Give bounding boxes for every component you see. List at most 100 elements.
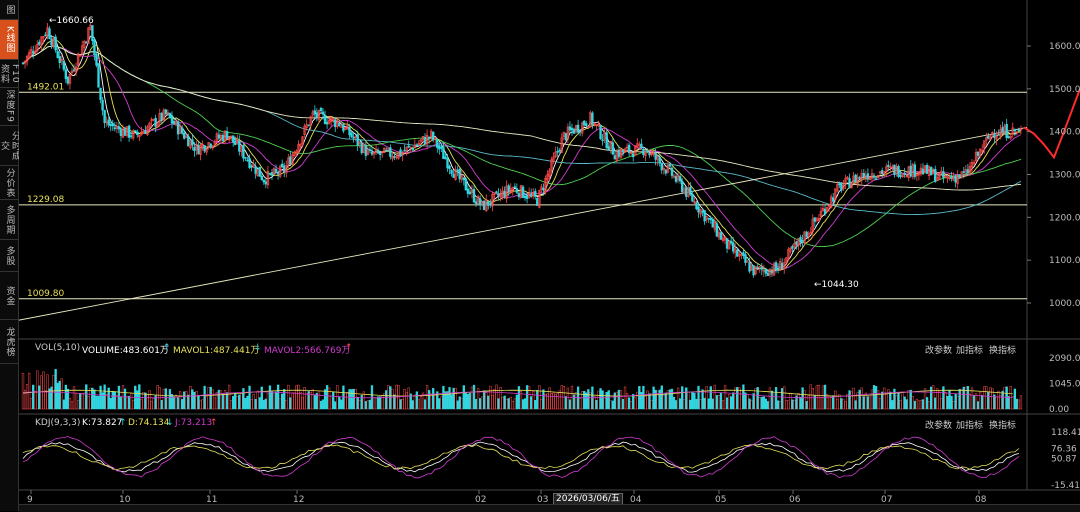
volume-bar	[515, 394, 519, 410]
volume-bar	[805, 401, 808, 410]
candle-body	[674, 176, 678, 182]
kdj-j-value: J:73.213	[175, 418, 213, 428]
candle-body	[715, 223, 719, 237]
candle-body	[497, 193, 500, 197]
candle-body	[450, 169, 453, 174]
sidebar-tab-3[interactable]: 深度F9	[0, 88, 18, 126]
candle-body	[164, 109, 168, 115]
kdj-params-button[interactable]: 改参数	[925, 418, 952, 431]
volume-bar	[411, 400, 414, 410]
candle-body	[976, 151, 980, 156]
candle-body	[478, 198, 482, 206]
volume-bar	[464, 392, 468, 410]
volume-bar	[966, 386, 970, 410]
candle-body	[97, 63, 100, 88]
volume-bar	[164, 388, 168, 410]
volume-bar	[32, 384, 35, 410]
volume-bar	[58, 380, 61, 410]
candle-body	[440, 147, 443, 149]
candle-body	[242, 145, 245, 159]
sidebar-tab-9[interactable]: 龙虎榜	[0, 320, 18, 364]
volume-bar	[601, 390, 604, 410]
volume-bar	[534, 399, 537, 410]
volume-bar	[536, 390, 539, 410]
candle-body	[987, 135, 990, 139]
candle-body	[276, 172, 280, 175]
volume-bar	[376, 396, 380, 410]
vol-switch-indicator-button[interactable]: 换指标	[989, 343, 1016, 356]
candle-body	[136, 131, 139, 136]
candle-body	[495, 191, 498, 193]
volume-bar	[262, 399, 265, 410]
volume-bar	[674, 400, 678, 410]
mavol2-up-arrow: ↑	[345, 343, 353, 353]
low-annotation: ←1044.30	[814, 280, 859, 290]
candle-body	[172, 121, 176, 125]
volume-bar	[338, 396, 341, 410]
vol-params-button[interactable]: 改参数	[925, 343, 952, 356]
volume-up-arrow: ↑	[163, 343, 171, 353]
candle-body	[770, 271, 774, 274]
volume-bar	[760, 396, 763, 410]
sidebar-tab-0[interactable]: 图	[0, 0, 18, 20]
volume-bar	[770, 390, 774, 410]
candle-body	[154, 117, 157, 127]
volume-bar	[874, 386, 878, 410]
candle-body	[695, 202, 698, 210]
candle-body	[832, 197, 835, 202]
candle-body	[446, 158, 449, 169]
volume-bar	[246, 395, 249, 410]
candle-body	[617, 149, 621, 157]
sidebar-tab-7[interactable]: 多股	[0, 240, 18, 272]
candle-body	[958, 174, 961, 178]
candle-body	[203, 145, 206, 152]
candle-body	[899, 175, 902, 177]
volume-bar	[432, 388, 435, 410]
candle-body	[780, 262, 784, 270]
candle-body	[342, 124, 345, 132]
candle-body	[160, 112, 163, 121]
candle-body	[438, 145, 441, 150]
candle-body	[442, 147, 445, 159]
candle-body	[44, 34, 47, 37]
candle-body	[913, 164, 917, 177]
volume-bar	[217, 389, 221, 410]
candle-body	[791, 246, 794, 249]
volume-bar	[744, 392, 747, 410]
volume-bar	[946, 396, 949, 410]
volume-bar	[172, 396, 176, 410]
volume-bar	[866, 396, 870, 410]
candle-body	[893, 164, 896, 176]
candle-body	[658, 156, 661, 164]
candle-body	[452, 173, 455, 178]
volume-bar	[1013, 388, 1016, 410]
candle-body	[191, 139, 194, 146]
kdj-add-indicator-button[interactable]: 加指标	[956, 418, 983, 431]
sidebar-tab-2[interactable]: F10资料	[0, 60, 20, 88]
volume-bar	[319, 400, 323, 410]
kdj-switch-indicator-button[interactable]: 换指标	[989, 418, 1016, 431]
candle-body	[576, 124, 580, 133]
time-label: 12	[293, 495, 304, 504]
sidebar-tab-6[interactable]: 多周期	[0, 200, 18, 240]
candle-body	[858, 177, 861, 179]
kdj-d-arrow: ↓	[166, 418, 174, 428]
volume-bar	[693, 392, 696, 410]
sidebar-tab-1[interactable]: K线图	[0, 20, 18, 60]
volume-bar	[268, 385, 272, 410]
candle-body	[58, 56, 61, 63]
volume-bar	[658, 389, 661, 410]
volume-bar	[521, 399, 525, 410]
vol-add-indicator-button[interactable]: 加指标	[956, 343, 983, 356]
sidebar-tab-4[interactable]: 分时成交	[0, 126, 20, 166]
candle-body	[193, 146, 196, 152]
volume-bar	[352, 388, 355, 410]
candle-body	[760, 267, 763, 270]
sidebar-tab-5[interactable]: 分价表	[0, 166, 18, 200]
candle-body	[283, 165, 286, 173]
candle-body	[403, 149, 406, 152]
volume-bar	[181, 399, 184, 410]
candle-body	[197, 144, 200, 155]
volume-bar	[385, 390, 388, 410]
sidebar-tab-8[interactable]: 资金	[0, 272, 18, 320]
